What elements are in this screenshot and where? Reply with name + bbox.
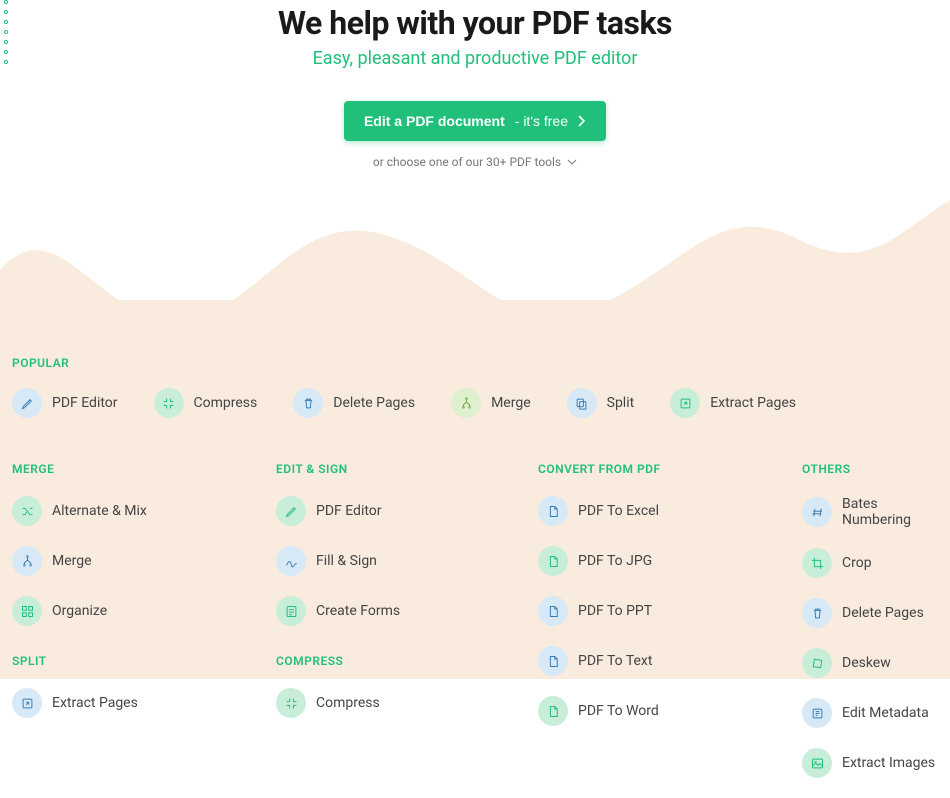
compress-section-label: COMPRESS	[276, 654, 538, 668]
copy-icon	[567, 388, 597, 418]
tree-icon	[12, 546, 42, 576]
chevron-right-icon	[578, 115, 586, 127]
pencil-icon	[12, 388, 42, 418]
tool-crop[interactable]: Crop	[802, 548, 938, 578]
others-section-label: OTHERS	[802, 462, 938, 476]
tool-label: Compress	[194, 395, 258, 411]
choose-tool-link[interactable]: or choose one of our 30+ PDF tools	[373, 155, 577, 169]
tool-pdf-editor[interactable]: PDF Editor	[12, 388, 118, 418]
tool-create-forms[interactable]: Create Forms	[276, 596, 538, 626]
wave-decoration	[0, 170, 950, 370]
tool-label: Delete Pages	[333, 395, 415, 411]
tool-extract-pages[interactable]: Extract Pages	[670, 388, 796, 418]
file-icon	[538, 596, 568, 626]
file-icon	[538, 546, 568, 576]
tool-label: Alternate & Mix	[52, 503, 147, 519]
compress-icon	[154, 388, 184, 418]
tool-extract-images[interactable]: Extract Images	[802, 748, 938, 778]
page-title: We help with your PDF tasks	[0, 4, 950, 42]
alt-link-label: or choose one of our 30+ PDF tools	[373, 155, 561, 169]
file-icon	[538, 696, 568, 726]
tool-label: Deskew	[842, 655, 891, 671]
tool-compress[interactable]: Compress	[276, 688, 538, 718]
tool-label: PDF Editor	[316, 503, 382, 519]
file-icon	[538, 496, 568, 526]
tool-pdf-to-word[interactable]: PDF To Word	[538, 696, 802, 726]
tool-label: PDF Editor	[52, 395, 118, 411]
tool-edit-metadata[interactable]: Edit Metadata	[802, 698, 938, 728]
tool-deskew[interactable]: Deskew	[802, 648, 938, 678]
tool-bates-numbering[interactable]: Bates Numbering	[802, 496, 938, 528]
edit-sign-section-label: EDIT & SIGN	[276, 462, 538, 476]
tool-delete-pages[interactable]: Delete Pages	[293, 388, 415, 418]
page-subtitle: Easy, pleasant and productive PDF editor	[0, 48, 950, 69]
tool-organize[interactable]: Organize	[12, 596, 276, 626]
tool-label: Merge	[52, 553, 92, 569]
tool-label: PDF To Text	[578, 653, 652, 669]
sign-icon	[276, 546, 306, 576]
tool-label: PDF To PPT	[578, 603, 652, 619]
tool-label: Extract Images	[842, 755, 935, 771]
trash-icon	[293, 388, 323, 418]
tool-label: PDF To Excel	[578, 503, 659, 519]
tool-label: Edit Metadata	[842, 705, 929, 721]
form-icon	[276, 596, 306, 626]
compress-icon	[276, 688, 306, 718]
tool-label: Crop	[842, 555, 872, 571]
popular-section-label: POPULAR	[12, 356, 938, 370]
tool-label: PDF To Word	[578, 703, 659, 719]
tool-alternate-mix[interactable]: Alternate & Mix	[12, 496, 276, 526]
grid-icon	[12, 596, 42, 626]
deskew-icon	[802, 648, 832, 678]
extract-icon	[12, 688, 42, 718]
tool-fill-sign[interactable]: Fill & Sign	[276, 546, 538, 576]
tool-label: Split	[607, 395, 635, 411]
tool-pdf-to-ppt[interactable]: PDF To PPT	[538, 596, 802, 626]
tool-pdf-editor[interactable]: PDF Editor	[276, 496, 538, 526]
cta-label-bold: Edit a PDF document	[364, 113, 505, 129]
popular-tools-row: PDF Editor Compress Delete Pages Merge Split…	[12, 388, 938, 418]
tool-merge[interactable]: Merge	[12, 546, 276, 576]
hero-section: We help with your PDF tasks Easy, pleasa…	[0, 0, 950, 170]
tool-delete-pages[interactable]: Delete Pages	[802, 598, 938, 628]
image-icon	[802, 748, 832, 778]
crop-icon	[802, 548, 832, 578]
edit-pdf-cta-button[interactable]: Edit a PDF document - it's free	[344, 101, 606, 141]
tool-label: Organize	[52, 603, 107, 619]
tool-pdf-to-jpg[interactable]: PDF To JPG	[538, 546, 802, 576]
tool-label: Bates Numbering	[842, 496, 938, 528]
tool-label: Extract Pages	[710, 395, 796, 411]
tool-label: PDF To JPG	[578, 553, 652, 569]
tool-label: Extract Pages	[52, 695, 138, 711]
tool-compress[interactable]: Compress	[154, 388, 258, 418]
chevron-down-icon	[567, 159, 577, 165]
tool-label: Create Forms	[316, 603, 400, 619]
tool-label: Compress	[316, 695, 380, 711]
extract-icon	[670, 388, 700, 418]
tool-label: Delete Pages	[842, 605, 924, 621]
meta-icon	[802, 698, 832, 728]
number-icon	[802, 497, 832, 527]
cta-label-suffix: - it's free	[515, 113, 568, 129]
tool-pdf-to-excel[interactable]: PDF To Excel	[538, 496, 802, 526]
tool-pdf-to-text[interactable]: PDF To Text	[538, 646, 802, 676]
pencil-icon	[276, 496, 306, 526]
tool-extract-pages[interactable]: Extract Pages	[12, 688, 276, 718]
merge-section-label: MERGE	[12, 462, 276, 476]
trash-icon	[802, 598, 832, 628]
file-icon	[538, 646, 568, 676]
others-column: OTHERS Bates Numbering Crop Delete Pages De…	[802, 462, 938, 798]
tool-merge[interactable]: Merge	[451, 388, 531, 418]
shuffle-icon	[12, 496, 42, 526]
convert-from-section-label: CONVERT FROM PDF	[538, 462, 802, 476]
convert-from-column: CONVERT FROM PDF PDF To Excel PDF To JPG P…	[538, 462, 802, 798]
tree-icon	[451, 388, 481, 418]
tool-label: Merge	[491, 395, 531, 411]
edit-compress-column: EDIT & SIGN PDF Editor Fill & Sign Create …	[276, 462, 538, 798]
merge-split-column: MERGE Alternate & Mix Merge Organize SPLIT…	[12, 462, 276, 798]
tool-split[interactable]: Split	[567, 388, 635, 418]
split-section-label: SPLIT	[12, 654, 276, 668]
tool-label: Fill & Sign	[316, 553, 377, 569]
